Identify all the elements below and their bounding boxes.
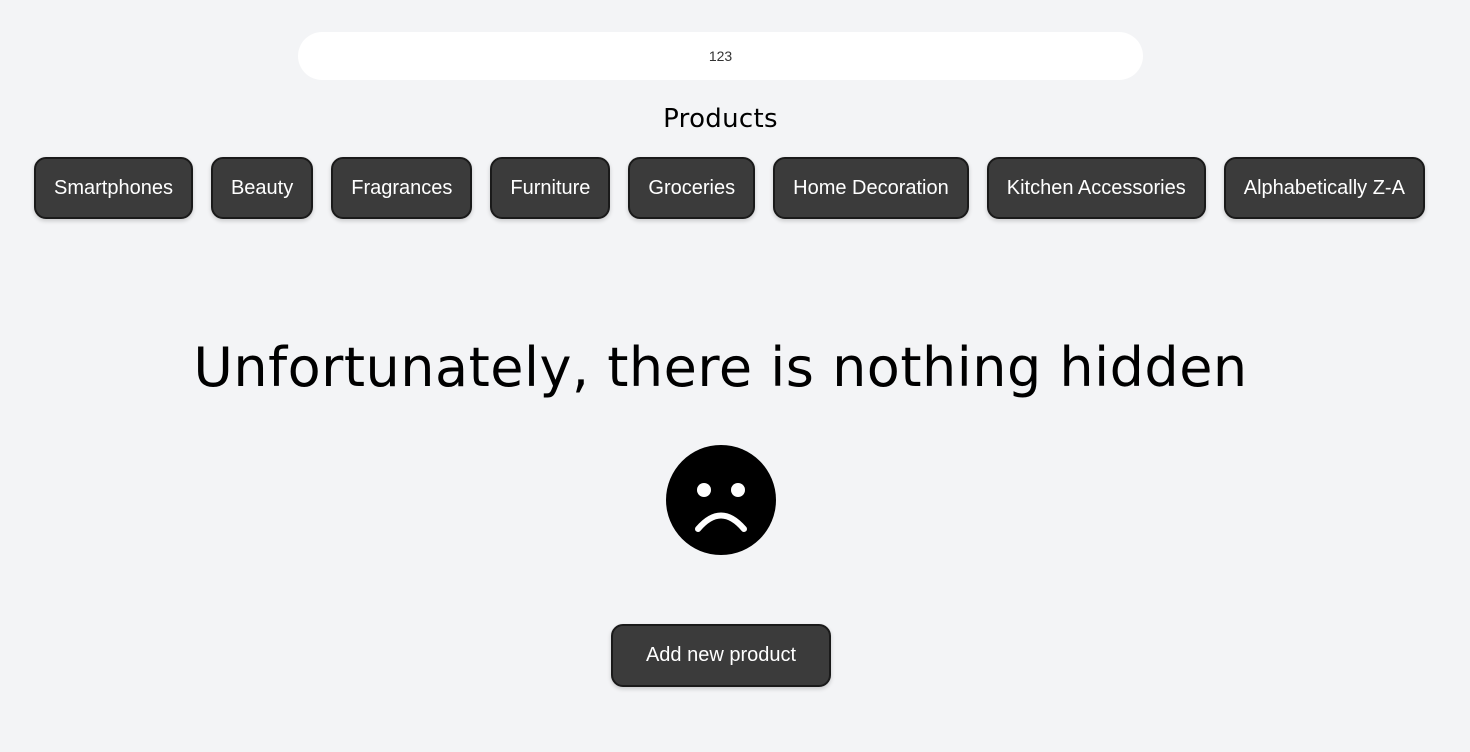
category-button-home-decoration[interactable]: Home Decoration (773, 157, 969, 219)
add-new-product-button[interactable]: Add new product (611, 624, 831, 687)
sort-button-alphabetical-z-a[interactable]: Alphabetically Z-A (1223, 157, 1425, 219)
category-button-furniture[interactable]: Furniture (490, 157, 611, 219)
category-button-groceries[interactable]: Groceries (628, 157, 756, 219)
category-button-smartphones[interactable]: Smartphones (34, 157, 193, 219)
search-bar (298, 32, 1143, 80)
empty-state-message: Unfortunately, there is nothing hidden (193, 336, 1248, 399)
products-heading: Products (663, 104, 778, 134)
category-button-beauty[interactable]: Beauty (210, 157, 314, 219)
category-button-kitchen-accessories[interactable]: Kitchen Accessories (986, 157, 1206, 219)
category-button-fragrances[interactable]: Fragrances (331, 157, 473, 219)
sad-face-icon (666, 445, 776, 555)
search-input[interactable] (298, 32, 1143, 80)
category-filter-bar: Smartphones Beauty Fragrances Furniture … (34, 157, 1425, 219)
